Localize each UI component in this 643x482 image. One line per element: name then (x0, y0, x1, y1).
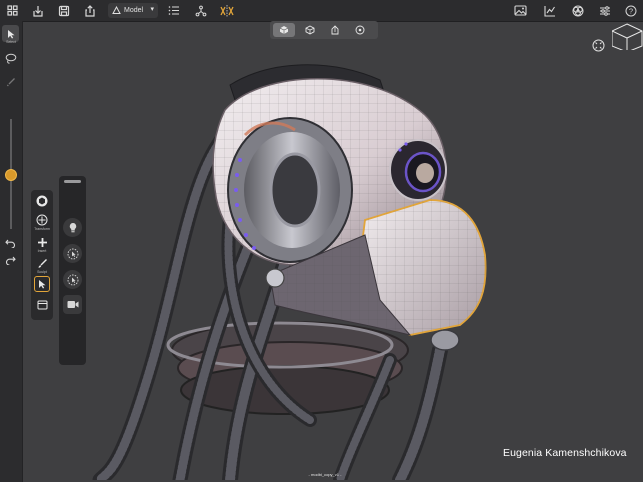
helmet-ear-disc (227, 117, 353, 263)
save-icon[interactable] (56, 3, 71, 18)
select-mode-tool-button[interactable] (34, 276, 50, 292)
chart-icon[interactable] (542, 3, 557, 18)
share-icon[interactable] (82, 3, 97, 18)
cursor-icon (39, 280, 46, 289)
undo-icon (5, 239, 15, 248)
helmet-visor-lens (389, 139, 447, 201)
object-cube-icon (36, 195, 48, 207)
focus-view-button[interactable] (591, 38, 605, 52)
mode-label: Model (124, 7, 144, 14)
file-name: - modbi_copy_v1 - (308, 472, 342, 477)
redo-icon (6, 256, 16, 265)
transform-tool-button[interactable] (34, 212, 50, 228)
image-icon[interactable] (513, 3, 528, 18)
model-mode-icon (112, 6, 121, 15)
symmetry-icon[interactable] (219, 3, 234, 18)
dashed-select-alt-icon (67, 274, 78, 285)
pen-view-icon[interactable] (324, 23, 346, 37)
focus-target-icon (592, 39, 604, 51)
render-tool-button[interactable] (34, 297, 50, 313)
select-arrow-icon (7, 29, 14, 38)
select-label: Select (6, 40, 16, 44)
render-box-icon (37, 300, 47, 310)
lightbulb-icon (69, 223, 76, 233)
cube-view-icon[interactable] (299, 23, 321, 37)
mode-dropdown[interactable]: Model ▾ (108, 3, 158, 18)
top-toolbar: Model ▾ ? (0, 0, 643, 22)
undo-button[interactable] (2, 234, 19, 251)
view-cube[interactable] (611, 22, 643, 55)
shaded-view-icon[interactable] (273, 23, 295, 37)
insert-plus-icon (37, 237, 47, 247)
lasso-icon (5, 53, 16, 64)
redo-button[interactable] (2, 251, 19, 268)
nodes-icon[interactable] (193, 3, 208, 18)
grid-icon[interactable] (5, 3, 20, 18)
chevron-down-icon: ▾ (150, 6, 154, 13)
brush-size-slider-knob[interactable] (5, 169, 17, 181)
left-rail: Select (0, 21, 23, 482)
import-icon[interactable] (30, 3, 45, 18)
helmet-3d-model[interactable] (80, 40, 520, 480)
lasso-tool-button[interactable] (2, 50, 19, 67)
object-tool-button[interactable] (34, 193, 50, 209)
sculpt-label: Sculpt (37, 270, 47, 274)
settings-sliders-icon[interactable] (597, 3, 612, 18)
transform-icon (36, 214, 48, 226)
brush-tool-button[interactable] (2, 73, 19, 90)
insert-label: Insert (37, 249, 47, 253)
sculpt-brush-icon (38, 258, 47, 268)
shader-icon[interactable] (570, 3, 585, 18)
transform-label: Transform (34, 227, 50, 231)
help-icon[interactable]: ? (623, 3, 638, 18)
list-icon[interactable] (166, 3, 181, 18)
tool-strip: Transform Insert Sculpt (31, 190, 53, 320)
sculpt-tool-button[interactable] (34, 255, 50, 271)
svg-text:?: ? (628, 6, 632, 15)
view-mode-selector (270, 21, 378, 39)
point-view-icon[interactable] (349, 23, 371, 37)
artist-credit: Eugenia Kamenshchikova (503, 447, 627, 459)
brush-icon (6, 77, 15, 86)
insert-tool-button[interactable] (34, 234, 50, 250)
camera-icon (67, 301, 78, 308)
panel-drag-handle[interactable] (64, 180, 81, 183)
dashed-select-icon (67, 248, 78, 259)
